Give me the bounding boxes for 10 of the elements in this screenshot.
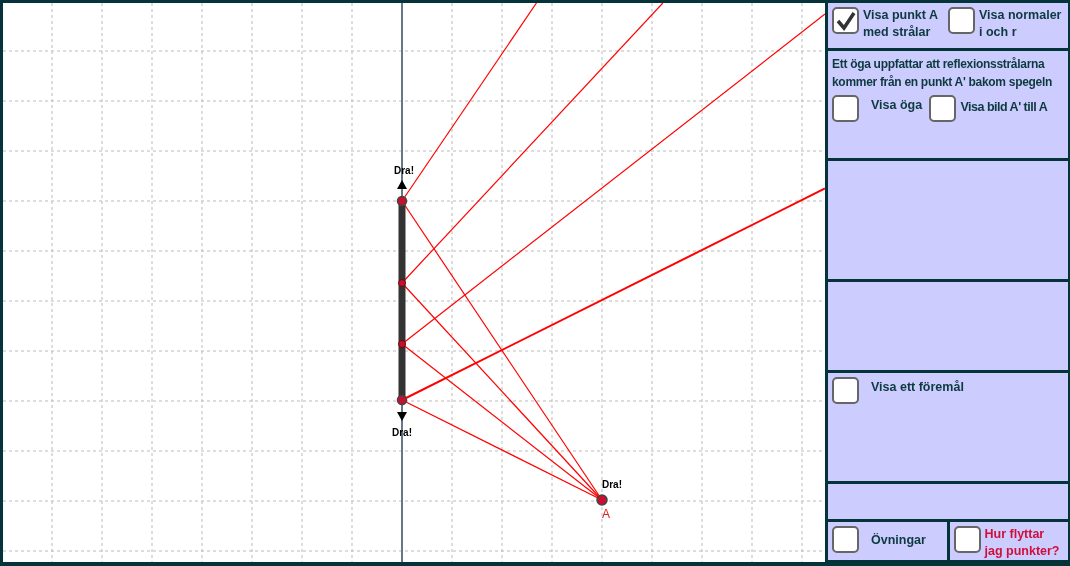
point-label: A [602, 507, 610, 521]
checkbox-label: Övningar [871, 532, 926, 549]
checkbox-label: Hur flyttar jag punkter? [984, 526, 1061, 560]
info-text: Ett öga uppfattar att reflexionsstrålarna kommer från en punkt A' bakom spegeln [832, 56, 1054, 91]
checkbox-label: Visa punkt A med strålar [863, 7, 939, 41]
checkbox-label: Visa ett föremål [871, 379, 964, 396]
checkbox-label: Visa bild A' till A [960, 99, 1048, 116]
checkbox-label: Visa normaler i och r [979, 7, 1063, 41]
drag-label: Dra! [602, 479, 622, 490]
checkbox-label: Visa öga [871, 97, 923, 114]
